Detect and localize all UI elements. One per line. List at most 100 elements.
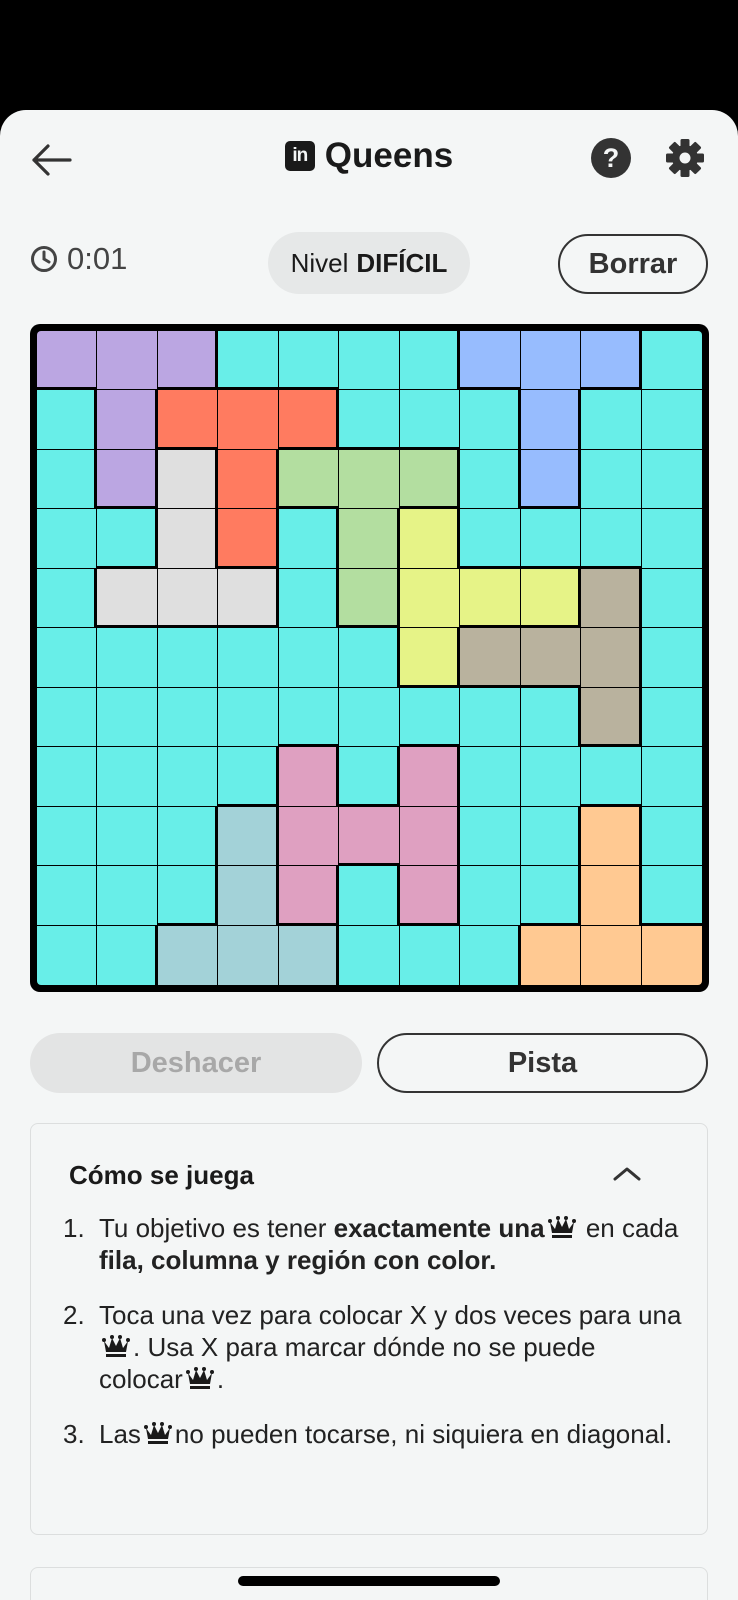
board-cell[interactable]: [460, 628, 521, 688]
board-cell[interactable]: [520, 687, 582, 748]
board-cell[interactable]: [399, 747, 461, 807]
board-cell[interactable]: [641, 687, 702, 748]
home-indicator[interactable]: [238, 1576, 500, 1586]
board-cell[interactable]: [97, 866, 158, 926]
board-cell[interactable]: [520, 568, 582, 629]
board-cell[interactable]: [460, 806, 521, 867]
board-cell[interactable]: [97, 331, 158, 391]
board-cell[interactable]: [278, 509, 340, 569]
board-cell[interactable]: [157, 449, 219, 510]
board-cell[interactable]: [641, 509, 702, 569]
board-cell[interactable]: [97, 509, 158, 569]
board-cell[interactable]: [399, 509, 461, 569]
board-cell[interactable]: [37, 568, 98, 629]
board-cell[interactable]: [460, 568, 521, 629]
board-cell[interactable]: [278, 331, 340, 391]
board-cell[interactable]: [218, 509, 279, 569]
board-cell[interactable]: [520, 747, 582, 807]
board-cell[interactable]: [97, 628, 158, 688]
board-cell[interactable]: [641, 331, 702, 391]
board-cell[interactable]: [641, 390, 702, 450]
board-cell[interactable]: [339, 390, 400, 450]
board-cell[interactable]: [399, 449, 461, 510]
board-cell[interactable]: [97, 390, 158, 450]
board-cell[interactable]: [399, 866, 461, 926]
board-cell[interactable]: [339, 509, 400, 569]
board-cell[interactable]: [641, 925, 702, 985]
board-cell[interactable]: [218, 747, 279, 807]
board-cell[interactable]: [641, 806, 702, 867]
board-cell[interactable]: [339, 331, 400, 391]
board-cell[interactable]: [37, 331, 98, 391]
board-cell[interactable]: [278, 449, 340, 510]
board-cell[interactable]: [399, 331, 461, 391]
board-cell[interactable]: [339, 628, 400, 688]
board-cell[interactable]: [37, 687, 98, 748]
board-cell[interactable]: [218, 390, 279, 450]
board-cell[interactable]: [37, 866, 98, 926]
board-cell[interactable]: [339, 747, 400, 807]
board-cell[interactable]: [37, 806, 98, 867]
board-cell[interactable]: [218, 925, 279, 985]
board-cell[interactable]: [581, 806, 642, 867]
board-cell[interactable]: [520, 449, 582, 510]
board-cell[interactable]: [278, 568, 340, 629]
board-cell[interactable]: [157, 390, 219, 450]
board-cell[interactable]: [520, 806, 582, 867]
board-cell[interactable]: [37, 449, 98, 510]
board-cell[interactable]: [641, 866, 702, 926]
board-cell[interactable]: [641, 747, 702, 807]
board-cell[interactable]: [37, 925, 98, 985]
board-cell[interactable]: [399, 806, 461, 867]
board-cell[interactable]: [581, 687, 642, 748]
board-cell[interactable]: [460, 747, 521, 807]
board-cell[interactable]: [37, 628, 98, 688]
board-cell[interactable]: [339, 449, 400, 510]
board-cell[interactable]: [218, 568, 279, 629]
clear-button[interactable]: Borrar: [558, 234, 708, 294]
board-cell[interactable]: [520, 925, 582, 985]
board-cell[interactable]: [218, 628, 279, 688]
board-cell[interactable]: [399, 628, 461, 688]
board-cell[interactable]: [278, 925, 340, 985]
board-cell[interactable]: [278, 806, 340, 867]
board-cell[interactable]: [460, 925, 521, 985]
board-cell[interactable]: [641, 628, 702, 688]
board-cell[interactable]: [218, 866, 279, 926]
board-cell[interactable]: [97, 449, 158, 510]
board-cell[interactable]: [157, 509, 219, 569]
hint-button[interactable]: Pista: [377, 1033, 708, 1093]
board-cell[interactable]: [97, 925, 158, 985]
board-cell[interactable]: [278, 866, 340, 926]
board-cell[interactable]: [581, 509, 642, 569]
board-cell[interactable]: [460, 687, 521, 748]
collapse-button[interactable]: [611, 1164, 643, 1184]
board-cell[interactable]: [520, 331, 582, 391]
board-cell[interactable]: [460, 390, 521, 450]
board-cell[interactable]: [278, 390, 340, 450]
board-cell[interactable]: [460, 331, 521, 391]
settings-button[interactable]: [664, 137, 706, 179]
board-cell[interactable]: [581, 568, 642, 629]
board-cell[interactable]: [581, 449, 642, 510]
board-cell[interactable]: [157, 331, 219, 391]
undo-button[interactable]: Deshacer: [30, 1033, 362, 1093]
board-cell[interactable]: [97, 687, 158, 748]
board-cell[interactable]: [581, 390, 642, 450]
board-cell[interactable]: [97, 747, 158, 807]
board-cell[interactable]: [97, 568, 158, 629]
board-cell[interactable]: [157, 747, 219, 807]
board-cell[interactable]: [218, 806, 279, 867]
board-cell[interactable]: [581, 331, 642, 391]
board-cell[interactable]: [339, 925, 400, 985]
board-cell[interactable]: [157, 925, 219, 985]
board-cell[interactable]: [157, 866, 219, 926]
board-cell[interactable]: [218, 449, 279, 510]
board-cell[interactable]: [157, 568, 219, 629]
board-cell[interactable]: [460, 509, 521, 569]
board-cell[interactable]: [581, 628, 642, 688]
board-cell[interactable]: [399, 390, 461, 450]
board-cell[interactable]: [581, 866, 642, 926]
board-cell[interactable]: [218, 687, 279, 748]
board-cell[interactable]: [278, 687, 340, 748]
